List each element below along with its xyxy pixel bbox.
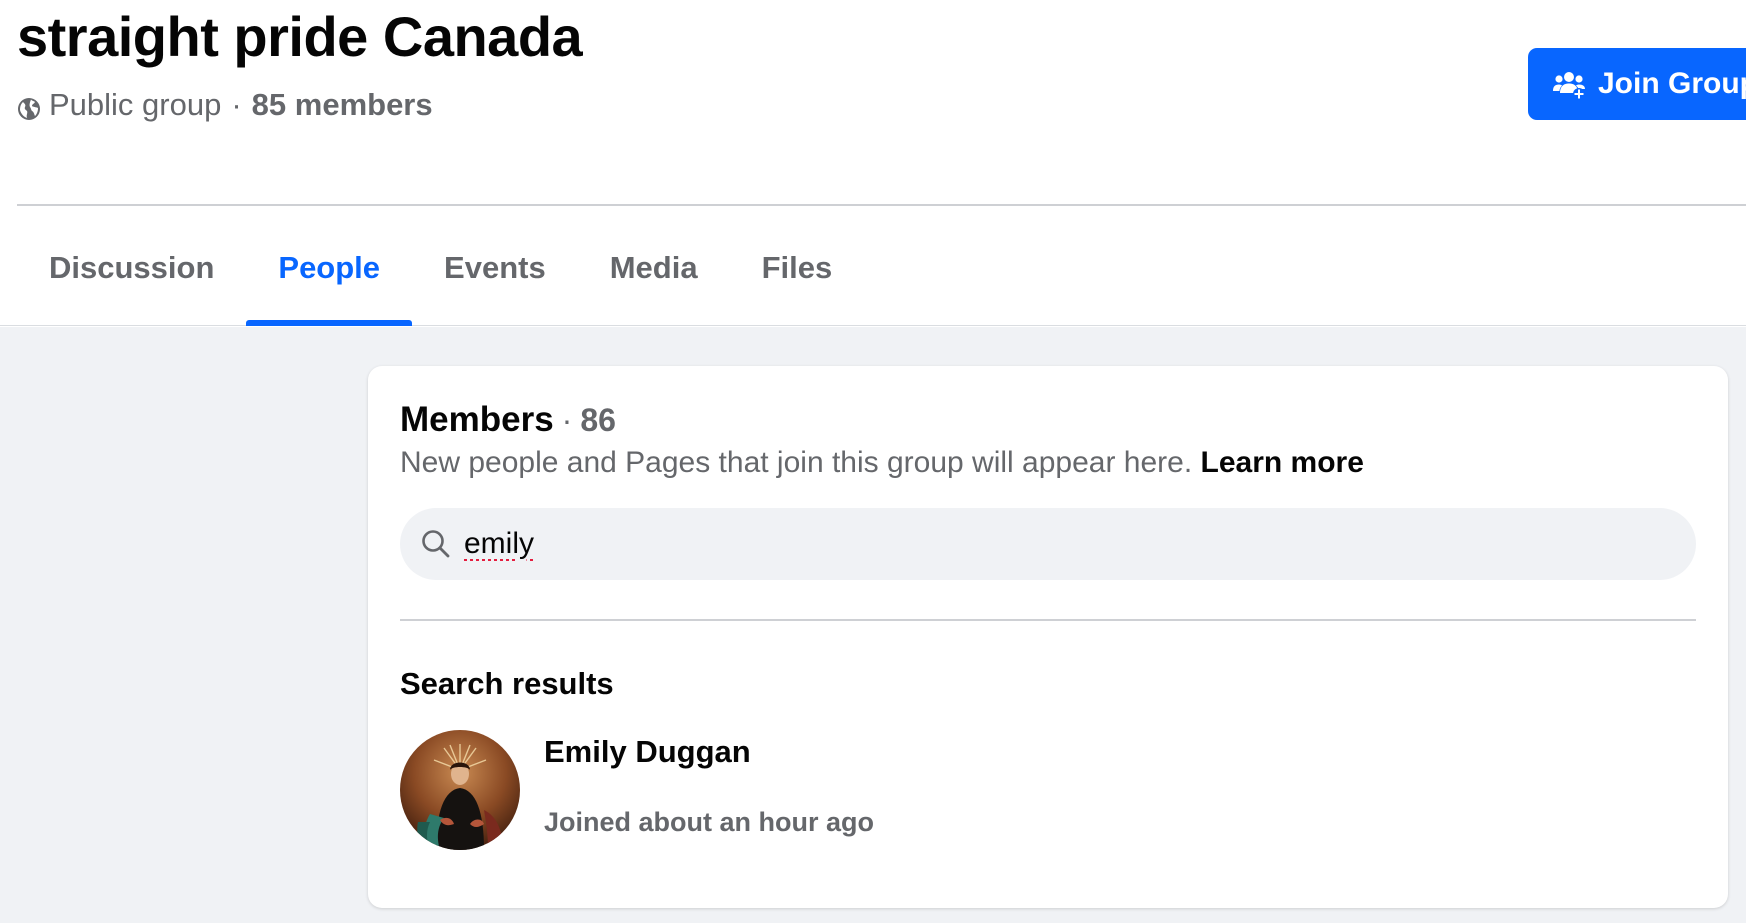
- join-group-label: Join Group: [1598, 67, 1746, 100]
- members-title: Members: [400, 400, 554, 439]
- member-search-input[interactable]: [464, 522, 1564, 566]
- members-heading: Members · 86: [400, 400, 616, 440]
- avatar[interactable]: [400, 730, 520, 850]
- tab-underline: [17, 320, 246, 326]
- member-result-row[interactable]: Emily Duggan Joined about an hour ago: [400, 730, 1696, 852]
- tab-label: People: [278, 250, 381, 285]
- active-tab-indicator: [246, 320, 413, 326]
- members-card: Members · 86 New people and Pages that j…: [368, 366, 1728, 908]
- member-name[interactable]: Emily Duggan: [544, 734, 751, 770]
- tab-label: Discussion: [49, 250, 215, 285]
- tab-events[interactable]: Events: [412, 225, 578, 326]
- tab-underline: [578, 320, 730, 326]
- group-privacy: Public group: [49, 87, 222, 122]
- people-add-icon: [1552, 67, 1586, 101]
- header-divider: [17, 204, 1746, 206]
- members-description-text: New people and Pages that join this grou…: [400, 446, 1193, 479]
- tab-discussion[interactable]: Discussion: [17, 225, 246, 326]
- join-group-button[interactable]: Join Group: [1528, 48, 1746, 120]
- group-title: straight pride Canada: [17, 5, 583, 68]
- search-icon: [420, 528, 452, 560]
- tab-underline: [412, 320, 578, 326]
- meta-separator: ·: [231, 87, 242, 122]
- tab-label: Files: [761, 250, 833, 285]
- tab-people[interactable]: People: [246, 225, 413, 326]
- tab-files[interactable]: Files: [730, 225, 865, 326]
- member-joined-time: Joined about an hour ago: [544, 807, 874, 837]
- member-search-box[interactable]: [400, 508, 1696, 580]
- globe-icon: [17, 93, 41, 120]
- tab-media[interactable]: Media: [578, 225, 730, 326]
- tab-label: Media: [609, 250, 698, 285]
- tab-underline: [730, 320, 865, 326]
- group-meta: Public group · 85 members: [17, 86, 433, 124]
- tab-label: Events: [444, 250, 546, 285]
- members-separator: ·: [561, 402, 573, 438]
- learn-more-link[interactable]: Learn more: [1201, 446, 1364, 479]
- members-description: New people and Pages that join this grou…: [400, 446, 1364, 480]
- card-divider: [400, 619, 1696, 621]
- search-results-heading: Search results: [400, 666, 614, 701]
- group-tabs: Discussion People Events Media Files: [17, 225, 864, 326]
- group-page: straight pride Canada Public group · 85 …: [0, 0, 1746, 923]
- group-header: straight pride Canada Public group · 85 …: [0, 0, 1746, 326]
- group-member-count[interactable]: 85 members: [252, 87, 433, 123]
- members-count: 86: [580, 402, 616, 438]
